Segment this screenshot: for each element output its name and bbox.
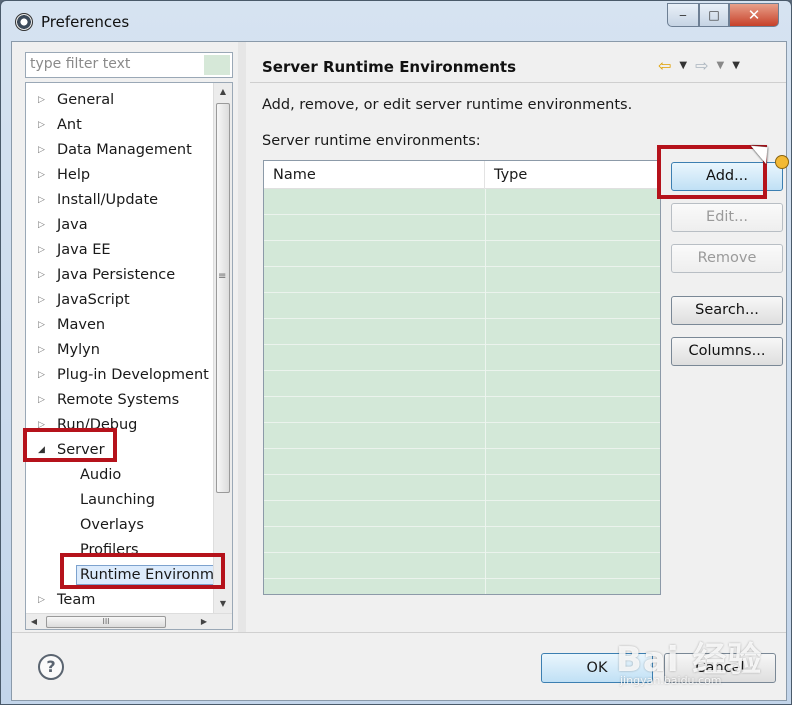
expand-arrow-icon[interactable]: ▷ (38, 220, 50, 230)
tree-item-overlays[interactable]: Overlays (80, 512, 144, 537)
expand-arrow-icon[interactable]: ▷ (38, 120, 50, 130)
expand-arrow-icon[interactable]: ▷ (38, 195, 50, 205)
tree-horizontal-scrollbar[interactable]: ◀ III ▶ (26, 613, 232, 629)
columns-button[interactable]: Columns... (671, 337, 783, 366)
tree-item-help[interactable]: ▷ Help (26, 162, 90, 187)
page-description: Add, remove, or edit server runtime envi… (262, 97, 633, 113)
page-title: Server Runtime Environments (262, 58, 516, 76)
column-separator (485, 189, 486, 594)
tree-vertical-scrollbar[interactable]: ▲ ≡ ▼ (213, 83, 232, 613)
tree-item-maven[interactable]: ▷ Maven (26, 312, 105, 337)
expand-arrow-icon[interactable]: ▷ (38, 170, 50, 180)
tree-item-java[interactable]: ▷ Java (26, 212, 88, 237)
window-controls: ‒ □ ✕ (667, 3, 779, 27)
cursor-busy-icon (775, 155, 789, 169)
cancel-button[interactable]: Cancel (664, 653, 776, 683)
remove-button[interactable]: Remove (671, 244, 783, 273)
tree-item-java-persistence[interactable]: ▷ Java Persistence (26, 262, 175, 287)
footer-separator (12, 632, 786, 633)
edit-button[interactable]: Edit... (671, 203, 783, 232)
tree-item-remote-systems[interactable]: ▷ Remote Systems (26, 387, 179, 412)
expand-arrow-icon[interactable]: ▷ (38, 370, 50, 380)
filter-input[interactable] (26, 53, 202, 75)
close-button[interactable]: ✕ (729, 3, 779, 27)
forward-dropdown-icon[interactable]: ▼ (717, 60, 725, 71)
scroll-grip-icon: ≡ (218, 271, 227, 282)
tree-item-audio[interactable]: Audio (80, 462, 121, 487)
scroll-down-arrow-icon[interactable]: ▼ (214, 595, 232, 612)
expand-arrow-icon[interactable]: ▷ (38, 345, 50, 355)
scroll-thumb[interactable] (216, 103, 230, 493)
panel-divider[interactable] (238, 42, 246, 632)
expand-arrow-icon[interactable]: ▷ (38, 595, 50, 605)
back-dropdown-icon[interactable]: ▼ (679, 60, 687, 71)
window-title: Preferences (41, 13, 130, 31)
tree-item-plug-in-development[interactable]: ▷ Plug-in Development (26, 362, 209, 387)
expand-arrow-icon[interactable]: ▷ (38, 95, 50, 105)
expand-arrow-icon[interactable]: ▷ (38, 320, 50, 330)
filter-clear-icon[interactable] (204, 55, 230, 75)
history-nav: ⇦ ▼ ⇨ ▼ ▼ (658, 56, 740, 75)
eclipse-gear-icon (15, 13, 33, 31)
minimize-button[interactable]: ‒ (667, 3, 699, 27)
table-body[interactable] (264, 189, 660, 594)
column-header-type[interactable]: Type (485, 161, 660, 189)
title-bar[interactable]: Preferences ‒ □ ✕ (1, 1, 791, 39)
tree-item-javascript[interactable]: ▷ JavaScript (26, 287, 130, 312)
help-icon[interactable]: ? (38, 654, 64, 680)
preferences-tree: ▷ General ▷ Ant ▷ Data Management ▷ Help ▷ In… (25, 82, 233, 630)
tree-item-team[interactable]: ▷ Team (26, 587, 95, 612)
ok-button[interactable]: OK (541, 653, 653, 683)
add-highlight-box (657, 145, 767, 199)
back-arrow-icon[interactable]: ⇦ (658, 56, 671, 75)
table-header: Name Type (264, 161, 660, 189)
tree-item-install-update[interactable]: ▷ Install/Update (26, 187, 158, 212)
scroll-right-arrow-icon[interactable]: ▶ (196, 614, 212, 629)
expand-arrow-icon[interactable]: ▷ (38, 145, 50, 155)
search-button[interactable]: Search... (671, 296, 783, 325)
expand-arrow-icon[interactable]: ▷ (38, 395, 50, 405)
preferences-window: Preferences ‒ □ ✕ ▷General ▷Ant ▷Data Ma… (0, 0, 792, 705)
server-highlight-box (23, 428, 117, 462)
tree-item-java-ee[interactable]: ▷ Java EE (26, 237, 111, 262)
filter-box (25, 52, 233, 78)
expand-arrow-icon[interactable]: ▷ (38, 270, 50, 280)
forward-arrow-icon[interactable]: ⇨ (695, 56, 708, 75)
hscroll-thumb[interactable]: III (46, 616, 166, 628)
maximize-button[interactable]: □ (699, 3, 729, 27)
tree-item-data-management[interactable]: ▷ Data Management (26, 137, 192, 162)
tree-item-general[interactable]: ▷ General (26, 87, 114, 112)
scroll-left-arrow-icon[interactable]: ◀ (26, 614, 42, 629)
tree-item-ant[interactable]: ▷ Ant (26, 112, 82, 137)
title-separator (250, 82, 786, 83)
runtime-environments-table[interactable]: Name Type (263, 160, 661, 595)
tree-item-mylyn[interactable]: ▷ Mylyn (26, 337, 100, 362)
runtime-highlight-box (60, 553, 225, 589)
column-header-name[interactable]: Name (264, 161, 485, 189)
expand-arrow-icon[interactable]: ▷ (38, 295, 50, 305)
dialog-client-area: ▷General ▷Ant ▷Data Management ▷Help ▷In… (11, 41, 787, 701)
list-label: Server runtime environments: (262, 133, 481, 149)
expand-arrow-icon[interactable]: ▷ (38, 245, 50, 255)
view-menu-icon[interactable]: ▼ (732, 60, 740, 71)
scroll-up-arrow-icon[interactable]: ▲ (214, 83, 232, 100)
tree-item-launching[interactable]: Launching (80, 487, 155, 512)
